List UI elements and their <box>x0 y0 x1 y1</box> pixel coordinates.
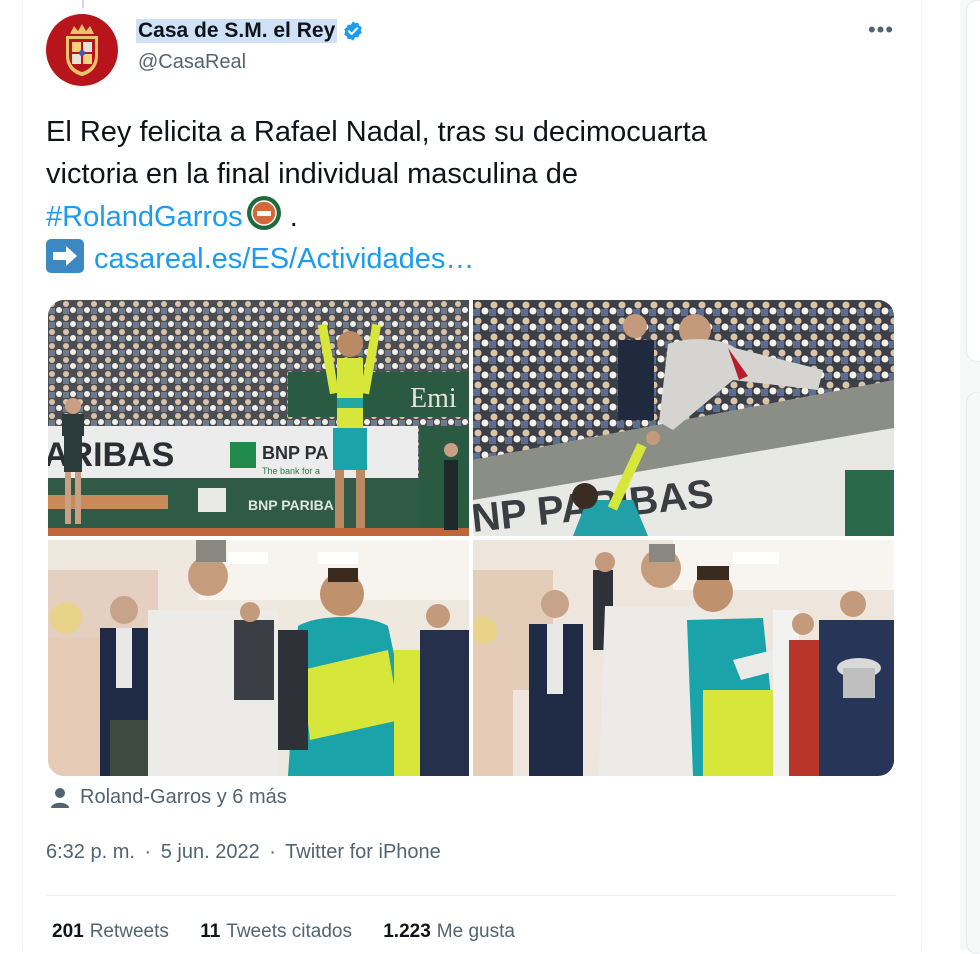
meta-separator-2: · <box>269 841 276 863</box>
likes-stat[interactable]: 1.223 Me gusta <box>383 921 515 942</box>
photo-nadal-celebrating[interactable]: Emi ARIBAS BNP PA The bank for a BNP PAR… <box>48 300 469 536</box>
tagged-people[interactable]: Roland-Garros y 6 más <box>50 786 287 809</box>
media-grid[interactable]: Emi ARIBAS BNP PA The bank for a BNP PAR… <box>48 300 894 776</box>
tweet-text-line-3: #RolandGarros . <box>46 195 876 238</box>
hashtag-link[interactable]: #RolandGarros <box>46 201 243 233</box>
author-avatar[interactable] <box>46 14 118 86</box>
stats-divider <box>46 895 896 896</box>
author-display-name[interactable]: Casa de S.M. el Rey <box>136 19 338 43</box>
sidebar-panel-edge-2 <box>966 392 980 954</box>
author-handle[interactable]: @CasaReal <box>138 51 246 74</box>
tweet-text: El Rey felicita a Rafael Nadal, tras su … <box>46 111 876 280</box>
meta-separator-1: · <box>144 841 152 863</box>
external-link[interactable]: casareal.es/ES/Actividades… <box>94 243 474 275</box>
bnp-tagline: The bank for a <box>262 466 320 476</box>
quotes-count: 11 <box>200 921 221 942</box>
tweet-meta: 6:32 p. m. · 5 jun. 2022 · Twitter for i… <box>46 841 445 864</box>
retweets-stat[interactable]: 201 Retweets <box>52 921 169 942</box>
emirates-sign: Emi <box>410 383 457 414</box>
tweet-stats: 201 Retweets 11 Tweets citados 1.223 Me gus… <box>52 921 541 943</box>
tweet-date[interactable]: 5 jun. 2022 <box>161 841 260 863</box>
hashtag-suffix: . <box>281 201 298 233</box>
quotes-label: Tweets citados <box>226 921 352 942</box>
sidebar-panel-edge <box>966 0 980 362</box>
thread-line <box>82 0 84 8</box>
more-options-icon[interactable]: ••• <box>866 19 896 44</box>
author-name-row[interactable]: Casa de S.M. el Rey <box>136 19 364 43</box>
retweets-label: Retweets <box>89 921 169 942</box>
tweet-source[interactable]: Twitter for iPhone <box>285 841 441 863</box>
verified-badge-icon <box>344 21 362 41</box>
person-icon <box>51 787 69 808</box>
bnp-paribas-sign: BNP PA <box>262 443 328 463</box>
photo-locker-room-greeting[interactable] <box>48 540 469 776</box>
photo-king-handshake[interactable]: NP PARIBAS <box>473 300 894 536</box>
retweets-count: 201 <box>52 921 84 942</box>
tweet-text-line-1: El Rey felicita a Rafael Nadal, tras su … <box>46 116 707 148</box>
likes-count: 1.223 <box>383 921 431 942</box>
quotes-stat[interactable]: 11 Tweets citados <box>200 921 352 942</box>
roland-garros-logo-icon <box>246 196 281 230</box>
photo-locker-room-hug[interactable] <box>473 540 894 776</box>
bnp-lower-sign: BNP PARIBA <box>248 497 334 513</box>
tagged-text[interactable]: Roland-Garros y 6 más <box>80 786 287 809</box>
tweet-time[interactable]: 6:32 p. m. <box>46 841 135 863</box>
right-arrow-icon <box>46 239 84 273</box>
tweet-text-line-4: casareal.es/ES/Actividades… <box>46 238 876 280</box>
likes-label: Me gusta <box>436 921 515 942</box>
tweet-text-line-2: victoria en la final individual masculin… <box>46 158 578 190</box>
royal-coat-of-arms-icon <box>66 24 98 76</box>
